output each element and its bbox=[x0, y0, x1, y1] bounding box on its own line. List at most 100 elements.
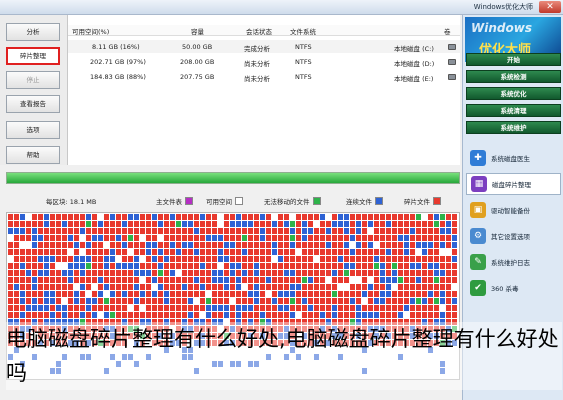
cluster-block bbox=[212, 284, 217, 290]
cluster-block bbox=[176, 284, 181, 290]
cluster-block bbox=[62, 305, 67, 311]
help-button[interactable]: 帮助 bbox=[6, 146, 60, 164]
cluster-block bbox=[296, 277, 301, 283]
cluster-block bbox=[266, 228, 271, 234]
cluster-block bbox=[116, 270, 121, 276]
cluster-block bbox=[356, 312, 361, 318]
nav-system-detect[interactable]: 系统检测 bbox=[466, 70, 561, 83]
defrag-button[interactable]: 碎片整理 bbox=[6, 47, 60, 65]
cluster-block bbox=[74, 312, 79, 318]
col-session-status[interactable]: 会话状态 bbox=[246, 26, 272, 36]
cluster-block bbox=[398, 235, 403, 241]
cluster-block bbox=[8, 249, 13, 255]
cluster-block bbox=[182, 242, 187, 248]
cluster-block bbox=[236, 305, 241, 311]
tool-other-settings[interactable]: ⚙ 其它设置选项 bbox=[466, 225, 561, 247]
stop-button[interactable]: 停止 bbox=[6, 71, 60, 89]
cluster-block bbox=[242, 263, 247, 269]
cluster-block bbox=[440, 284, 445, 290]
cluster-block bbox=[356, 242, 361, 248]
cluster-block bbox=[332, 249, 337, 255]
volume-row[interactable]: 8.11 GB (16%) 50.00 GB 完成分析 NTFS 本地磁盘 (C… bbox=[68, 40, 460, 53]
cluster-block bbox=[248, 305, 253, 311]
cluster-block bbox=[140, 235, 145, 241]
cluster-block bbox=[32, 284, 37, 290]
cluster-block bbox=[62, 235, 67, 241]
cluster-block bbox=[404, 214, 409, 220]
cluster-block bbox=[86, 221, 91, 227]
cluster-block bbox=[386, 249, 391, 255]
cluster-block bbox=[194, 228, 199, 234]
col-capacity[interactable]: 容量 bbox=[191, 26, 204, 36]
view-report-button[interactable]: 查看报告 bbox=[6, 95, 60, 113]
cluster-block bbox=[38, 263, 43, 269]
cluster-block bbox=[194, 235, 199, 241]
mft-size-text: 每区块: 18.1 MB bbox=[46, 198, 97, 206]
cluster-block bbox=[302, 214, 307, 220]
antivirus-icon: ✔ bbox=[470, 280, 486, 296]
cluster-block bbox=[356, 221, 361, 227]
cluster-block bbox=[56, 235, 61, 241]
cluster-block bbox=[308, 249, 313, 255]
cluster-block bbox=[56, 277, 61, 283]
cluster-block bbox=[380, 228, 385, 234]
cluster-block bbox=[230, 214, 235, 220]
nav-start[interactable]: 开始 bbox=[466, 53, 561, 66]
legend-item-fragmented: 碎片文件 bbox=[404, 196, 441, 206]
cluster-block bbox=[14, 270, 19, 276]
analyze-button[interactable]: 分析 bbox=[6, 23, 60, 41]
tool-disk-doctor[interactable]: ✚ 系统磁盘医生 bbox=[466, 147, 561, 169]
cluster-block bbox=[110, 291, 115, 297]
cluster-block bbox=[368, 270, 373, 276]
cluster-block bbox=[20, 214, 25, 220]
tool-360-antivirus[interactable]: ✔ 360 杀毒 bbox=[466, 277, 561, 299]
cluster-block bbox=[80, 305, 85, 311]
volume-row[interactable]: 184.83 GB (88%) 207.75 GB 尚未分析 NTFS 本地磁盘… bbox=[68, 70, 460, 83]
cluster-block bbox=[212, 298, 217, 304]
cluster-block bbox=[422, 270, 427, 276]
cluster-block bbox=[68, 235, 73, 241]
nav-system-maintain[interactable]: 系统维护 bbox=[466, 121, 561, 134]
cluster-block bbox=[92, 305, 97, 311]
cluster-block bbox=[254, 214, 259, 220]
cluster-block bbox=[410, 249, 415, 255]
cluster-block bbox=[194, 214, 199, 220]
cluster-block bbox=[218, 242, 223, 248]
col-free-space[interactable]: 可用空间(%) bbox=[72, 26, 109, 36]
col-volume[interactable]: 卷 bbox=[444, 26, 451, 36]
options-button[interactable]: 选项 bbox=[6, 121, 60, 139]
cluster-block bbox=[260, 256, 265, 262]
cluster-block bbox=[350, 270, 355, 276]
cluster-block bbox=[224, 291, 229, 297]
cluster-block bbox=[380, 270, 385, 276]
nav-system-optimize[interactable]: 系统优化 bbox=[466, 87, 561, 100]
cluster-block bbox=[200, 305, 205, 311]
cluster-block bbox=[446, 235, 451, 241]
cluster-block bbox=[86, 263, 91, 269]
volume-row[interactable]: 202.71 GB (97%) 208.00 GB 尚未分析 NTFS 本地磁盘… bbox=[68, 55, 460, 68]
cluster-block bbox=[38, 228, 43, 234]
cluster-block bbox=[104, 277, 109, 283]
cluster-block bbox=[32, 214, 37, 220]
cluster-block bbox=[452, 235, 457, 241]
tool-driver-backup[interactable]: ▣ 驱动智能备份 bbox=[466, 199, 561, 221]
cluster-block bbox=[44, 270, 49, 276]
cluster-block bbox=[86, 284, 91, 290]
close-button[interactable]: ✕ bbox=[539, 1, 561, 13]
cluster-block bbox=[80, 277, 85, 283]
map-legend: 每区块: 18.1 MB 主文件表 可用空间 无法移动的文件 连续文件 碎片文件 bbox=[6, 195, 460, 207]
cluster-block bbox=[242, 249, 247, 255]
cluster-block bbox=[44, 242, 49, 248]
cluster-block bbox=[140, 263, 145, 269]
cluster-block bbox=[266, 284, 271, 290]
cluster-block bbox=[32, 277, 37, 283]
cluster-block bbox=[266, 270, 271, 276]
nav-system-clean[interactable]: 系统清理 bbox=[466, 104, 561, 117]
cluster-block bbox=[350, 312, 355, 318]
cluster-block bbox=[392, 270, 397, 276]
tool-maintain-log[interactable]: ✎ 系统维护日志 bbox=[466, 251, 561, 273]
cluster-block bbox=[152, 221, 157, 227]
cluster-block bbox=[368, 298, 373, 304]
tool-defrag[interactable]: ▦ 磁盘碎片整理 bbox=[466, 173, 561, 195]
col-file-system[interactable]: 文件系统 bbox=[290, 26, 316, 36]
